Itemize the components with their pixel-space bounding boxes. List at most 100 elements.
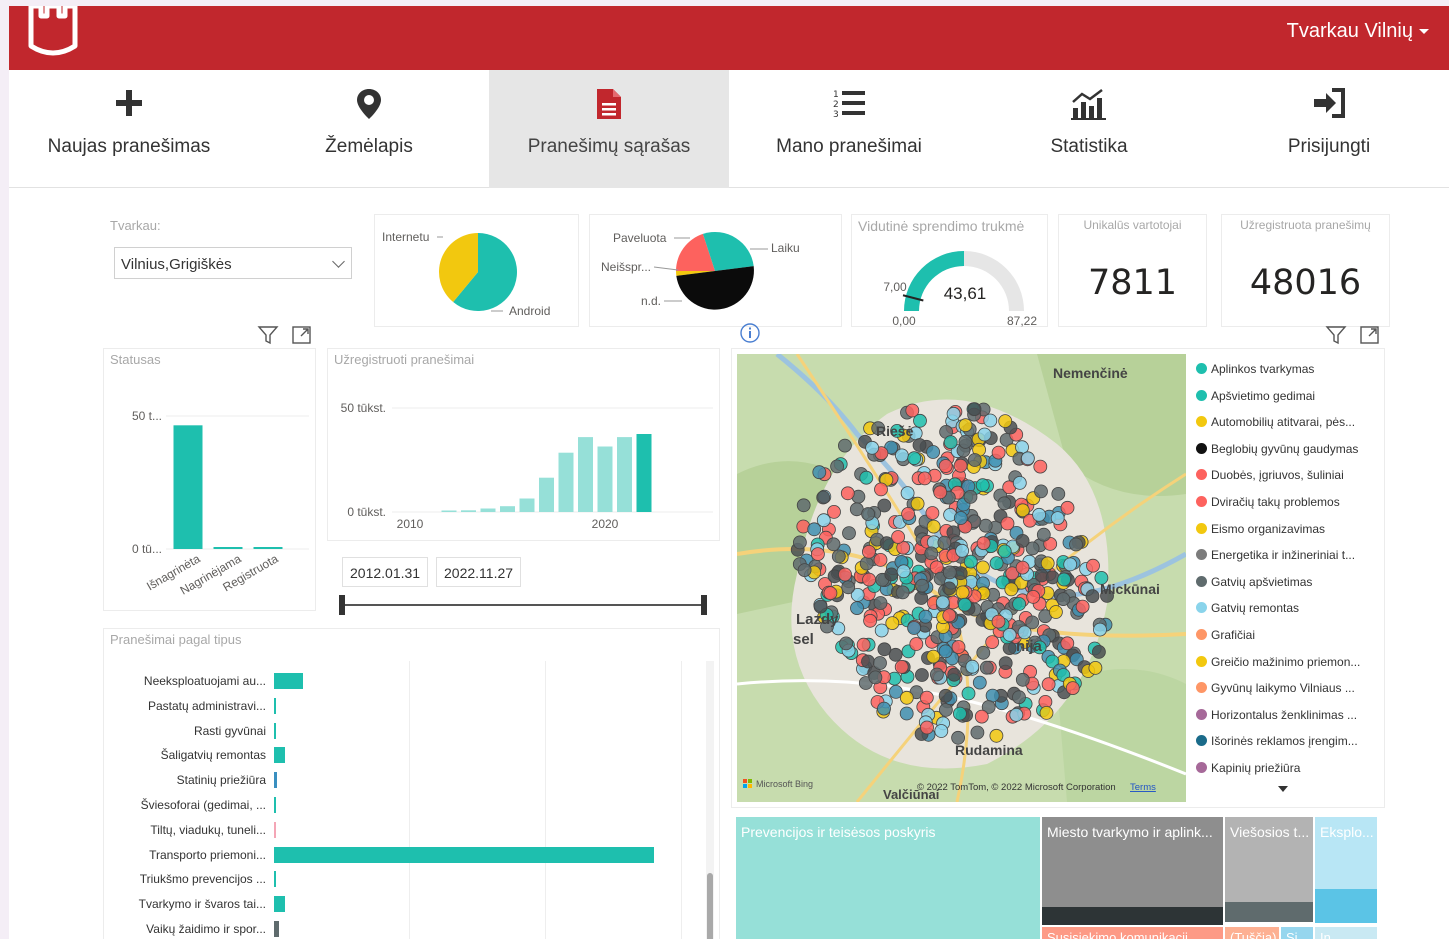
map-marker[interactable] bbox=[991, 614, 1006, 629]
map-marker[interactable] bbox=[826, 537, 841, 552]
legend-item[interactable]: Apšvietimo gedimai bbox=[1196, 389, 1315, 403]
type-bar[interactable] bbox=[274, 697, 277, 714]
map-marker[interactable] bbox=[796, 498, 811, 513]
map-marker[interactable] bbox=[997, 544, 1012, 559]
treemap-cell-sub[interactable] bbox=[1225, 902, 1313, 922]
map-marker[interactable] bbox=[838, 438, 852, 453]
treemap-cell[interactable]: (Tuščia) bbox=[1225, 927, 1279, 939]
map-marker[interactable] bbox=[823, 586, 838, 601]
map-marker[interactable] bbox=[952, 706, 967, 721]
filter-icon[interactable] bbox=[257, 324, 279, 346]
bar-year-2014[interactable] bbox=[480, 508, 496, 513]
map-marker[interactable] bbox=[910, 496, 925, 511]
map-marker[interactable] bbox=[859, 556, 874, 571]
map-marker[interactable] bbox=[907, 451, 922, 466]
map-marker[interactable] bbox=[861, 507, 876, 521]
legend-item[interactable]: Beglobių gyvūnų gaudymas bbox=[1196, 442, 1358, 456]
map-marker[interactable] bbox=[1057, 572, 1072, 587]
map-marker[interactable] bbox=[873, 656, 887, 670]
map-marker[interactable] bbox=[1048, 605, 1063, 619]
scrollbar-thumb[interactable] bbox=[707, 873, 713, 939]
map-marker[interactable] bbox=[896, 564, 911, 579]
map-marker[interactable] bbox=[924, 546, 939, 561]
map-marker[interactable] bbox=[1012, 597, 1027, 611]
map-marker[interactable] bbox=[879, 536, 894, 551]
map-marker[interactable] bbox=[963, 489, 978, 504]
map-marker[interactable] bbox=[1065, 681, 1080, 696]
legend-item[interactable]: Kapinių priežiūra bbox=[1196, 761, 1300, 775]
map-marker[interactable] bbox=[976, 536, 991, 551]
legend-item[interactable]: Energetika ir inžineriniai t... bbox=[1196, 548, 1355, 562]
map-terms-link[interactable]: Terms bbox=[1130, 782, 1156, 793]
map-marker[interactable] bbox=[938, 459, 953, 473]
map-marker[interactable] bbox=[885, 616, 900, 631]
map-marker[interactable] bbox=[1075, 599, 1090, 614]
map-marker[interactable] bbox=[953, 511, 968, 525]
focus-mode-icon[interactable] bbox=[1359, 324, 1381, 346]
map-marker[interactable] bbox=[1015, 533, 1030, 548]
legend-item[interactable]: Horizontalus ženklinimas ... bbox=[1196, 708, 1357, 722]
map-marker[interactable] bbox=[1093, 622, 1107, 637]
map-marker[interactable] bbox=[1026, 589, 1041, 604]
logo-icon[interactable] bbox=[25, 6, 81, 60]
type-bar[interactable] bbox=[274, 846, 654, 863]
type-bar[interactable] bbox=[274, 896, 285, 913]
map-marker[interactable] bbox=[929, 667, 944, 682]
map-marker[interactable] bbox=[1060, 636, 1075, 651]
map-marker[interactable] bbox=[793, 535, 807, 550]
map-marker[interactable] bbox=[913, 413, 927, 428]
map-marker[interactable] bbox=[933, 485, 948, 500]
treemap-cell[interactable]: In... bbox=[1315, 927, 1377, 939]
type-bar[interactable] bbox=[274, 722, 276, 739]
map-marker[interactable] bbox=[1056, 592, 1071, 607]
map-marker[interactable] bbox=[925, 506, 940, 520]
legend-item[interactable]: Aplinkos tvarkymas bbox=[1196, 362, 1314, 376]
type-bar[interactable] bbox=[274, 821, 276, 838]
map-marker[interactable] bbox=[1085, 589, 1100, 604]
map-marker[interactable] bbox=[1000, 516, 1015, 531]
map-marker[interactable] bbox=[926, 649, 941, 664]
map-marker[interactable] bbox=[970, 725, 985, 740]
map-marker[interactable] bbox=[1033, 459, 1048, 474]
map-marker[interactable] bbox=[914, 668, 929, 682]
map-marker[interactable] bbox=[955, 543, 970, 558]
map-marker[interactable] bbox=[998, 414, 1013, 428]
map-marker[interactable] bbox=[1017, 625, 1032, 640]
legend-item[interactable]: Išorinės reklamos įrengim... bbox=[1196, 734, 1358, 748]
nav-my-reports[interactable]: 123 Mano pranešimai bbox=[729, 70, 969, 188]
map-marker[interactable] bbox=[1086, 558, 1100, 573]
map-marker[interactable] bbox=[951, 640, 966, 654]
map-marker[interactable] bbox=[977, 427, 992, 442]
map-marker[interactable] bbox=[1040, 556, 1055, 571]
map-marker[interactable] bbox=[1012, 475, 1027, 490]
map-marker[interactable] bbox=[873, 596, 888, 610]
legend-item[interactable]: Gyvūnų laikymo Vilniaus ... bbox=[1196, 681, 1355, 695]
map-marker[interactable] bbox=[972, 675, 987, 690]
map-marker[interactable] bbox=[975, 478, 990, 493]
map-marker[interactable] bbox=[975, 560, 990, 575]
map-marker[interactable] bbox=[894, 659, 909, 674]
nav-sign-in[interactable]: Prisijungti bbox=[1209, 70, 1449, 188]
map-marker[interactable] bbox=[1009, 707, 1024, 722]
type-bar[interactable] bbox=[274, 673, 304, 689]
date-range-handle-start[interactable] bbox=[339, 595, 345, 615]
map-marker[interactable] bbox=[807, 522, 822, 537]
map-marker[interactable] bbox=[985, 635, 1000, 650]
map-marker[interactable] bbox=[998, 656, 1013, 671]
bar-year-2012[interactable] bbox=[441, 510, 457, 513]
map-marker[interactable] bbox=[938, 644, 953, 659]
map-marker[interactable] bbox=[1036, 527, 1051, 542]
map-marker[interactable] bbox=[965, 659, 980, 674]
map-marker[interactable] bbox=[979, 660, 994, 675]
map-marker[interactable] bbox=[877, 701, 891, 716]
bar-year-2022[interactable] bbox=[636, 434, 652, 512]
map-marker[interactable] bbox=[874, 482, 888, 497]
map-marker[interactable] bbox=[947, 667, 962, 682]
map-marker[interactable] bbox=[1015, 672, 1030, 687]
map-marker[interactable] bbox=[859, 470, 874, 485]
map-marker[interactable] bbox=[811, 547, 825, 562]
map-marker[interactable] bbox=[946, 406, 961, 421]
map-marker[interactable] bbox=[894, 448, 909, 463]
user-menu[interactable]: Tvarkau Vilnių bbox=[1287, 20, 1429, 43]
map-marker[interactable] bbox=[901, 506, 916, 521]
